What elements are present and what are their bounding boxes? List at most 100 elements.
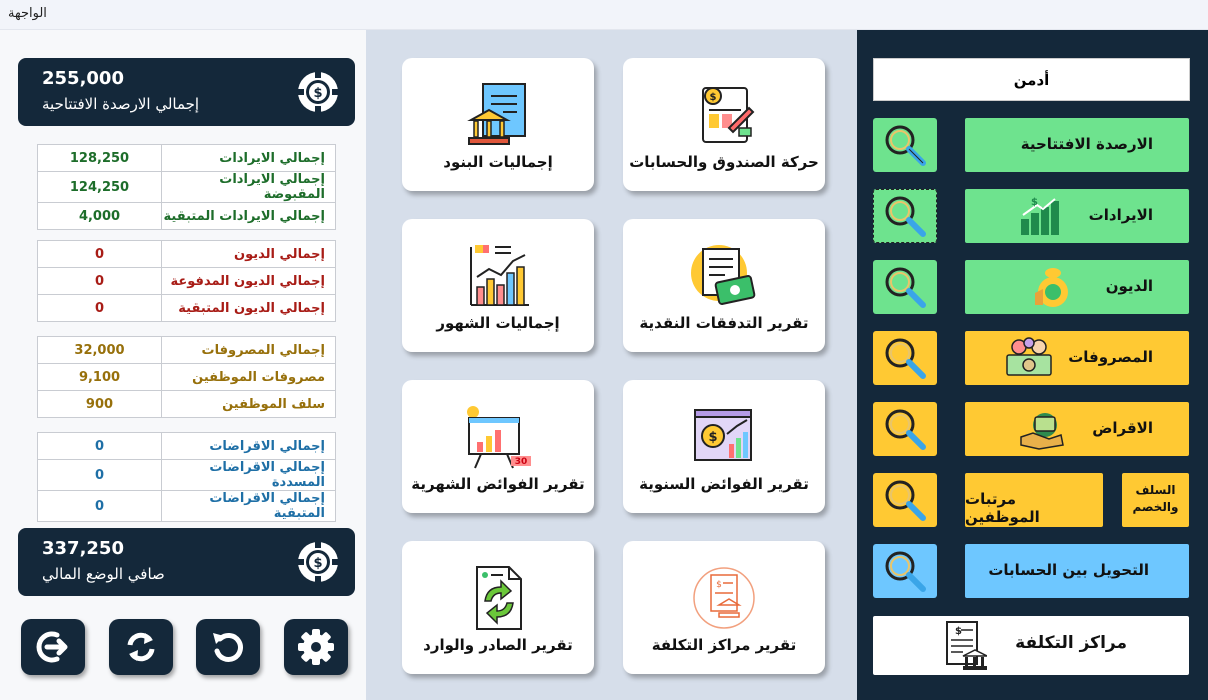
table-row: 0 إجمالي الديون المتبقية — [37, 294, 336, 322]
report-label: حركة الصندوق والحسابات — [629, 153, 819, 171]
coin-icon: $ — [298, 72, 338, 112]
monthly-totals-report-card[interactable]: إجماليات الشهور — [402, 219, 594, 352]
cell-value: 0 — [37, 459, 162, 491]
magnifier-icon — [885, 409, 926, 450]
search-debts-button[interactable] — [873, 260, 937, 314]
surplus-chart-icon: $ — [694, 409, 752, 461]
table-row: 32,000 إجمالي المصروفات — [37, 336, 336, 364]
svg-text:$: $ — [710, 92, 717, 103]
cost-center-invoice-icon: $ — [693, 567, 755, 629]
report-label: تقرير التدفقات النقدية — [639, 314, 809, 332]
title-bar: الواجهة — [0, 0, 1208, 30]
button-label: الارصدة الافتتاحية — [1020, 135, 1153, 153]
exit-button[interactable] — [21, 619, 85, 675]
annual-surplus-report-card[interactable]: $ تقرير الفوائض السنوية — [623, 380, 825, 513]
bar-chart-icon — [470, 245, 529, 306]
svg-text:$: $ — [313, 556, 322, 571]
monthly-surplus-report-card[interactable]: 30 تقرير الفوائض الشهرية — [402, 380, 594, 513]
svg-text:$: $ — [313, 86, 322, 101]
magnifier-icon — [885, 196, 926, 237]
button-label: المصروفات — [1068, 348, 1153, 366]
cell-label: إجمالي الديون المدفوعة — [161, 267, 336, 295]
search-opening-button[interactable] — [873, 118, 937, 172]
opening-balance-card: 255,000 إجمالي الارصدة الافتتاحية $ — [18, 58, 355, 126]
search-transfer-button[interactable] — [873, 544, 937, 598]
refresh-icon — [213, 633, 243, 662]
cost-centers-report-card[interactable]: $ تقرير مراكز التكلفة — [623, 541, 825, 674]
revenues-table: 128,250 إجمالي الايرادات 124,250 إجمالي ال… — [37, 144, 336, 230]
incoming-outgoing-report-card[interactable]: تقرير الصادر والوارد — [402, 541, 594, 674]
button-label: الايرادات — [1088, 206, 1153, 224]
cell-label: إجمالي الايرادات — [161, 144, 336, 172]
loans-button[interactable]: الاقراض — [965, 402, 1189, 456]
sync-icon — [127, 632, 155, 662]
button-label: التحويل بين الحسابات — [988, 561, 1149, 579]
cell-value: 0 — [37, 267, 162, 295]
search-revenues-button[interactable] — [873, 189, 937, 243]
revenues-button[interactable]: $ الايرادات — [965, 189, 1189, 243]
salaries-button[interactable]: مرتبات الموظفين — [965, 473, 1103, 527]
net-position-label: صافي الوضع المالي — [42, 565, 165, 583]
advances-deductions-button[interactable]: السلف والخصم — [1122, 473, 1189, 527]
opening-balances-button[interactable]: الارصدة الافتتاحية — [965, 118, 1189, 172]
cell-value: 900 — [37, 390, 162, 418]
expenses-table: 32,000 إجمالي المصروفات 9,100 مصروفات المو… — [37, 336, 336, 418]
coin-icon: $ — [298, 542, 338, 582]
cell-value: 0 — [37, 432, 162, 460]
cell-value: 9,100 — [37, 363, 162, 391]
refresh-button[interactable] — [196, 619, 260, 675]
report-label: تقرير الفوائض الشهرية — [411, 475, 585, 493]
opening-balance-label: إجمالي الارصدة الافتتاحية — [42, 95, 200, 113]
reports-panel: $ حركة الصندوق والحسابات إجماليات البنود… — [366, 30, 857, 700]
window-title: الواجهة — [8, 6, 47, 21]
cash-flow-icon — [691, 245, 756, 305]
opening-balance-value: 255,000 — [42, 68, 124, 89]
cell-label: مصروفات الموظفين — [161, 363, 336, 391]
cell-value: 0 — [37, 294, 162, 322]
exit-icon — [36, 631, 68, 663]
account-transfer-button[interactable]: التحويل بين الحسابات — [965, 544, 1189, 598]
cell-value: 0 — [37, 490, 162, 522]
button-label: الاقراض — [1092, 419, 1153, 437]
cell-value: 124,250 — [37, 171, 162, 203]
debts-button[interactable]: الديون — [965, 260, 1189, 314]
table-row: 128,250 إجمالي الايرادات — [37, 144, 336, 172]
table-row: 0 إجمالي الديون المدفوعة — [37, 267, 336, 295]
report-label: تقرير الفوائض السنوية — [639, 475, 809, 493]
button-label: مراكز التكلفة — [1015, 633, 1127, 653]
growth-chart-icon: $ — [1021, 197, 1059, 235]
cell-label: إجمالي الاقراضات المسددة — [161, 459, 336, 491]
report-label: إجماليات الشهور — [436, 314, 560, 332]
summary-panel: 255,000 إجمالي الارصدة الافتتاحية $ 128,… — [0, 30, 366, 700]
sync-button[interactable] — [109, 619, 173, 675]
cash-movement-report-card[interactable]: $ حركة الصندوق والحسابات — [623, 58, 825, 191]
search-loans-button[interactable] — [873, 402, 937, 456]
cell-label: إجمالي المصروفات — [161, 336, 336, 364]
button-label: مرتبات الموظفين — [965, 490, 1040, 526]
cash-ledger-icon: $ — [702, 87, 755, 143]
report-label: تقرير مراكز التكلفة — [651, 636, 797, 654]
magnifier-icon — [885, 480, 926, 521]
net-position-value: 337,250 — [42, 538, 124, 559]
cell-value: 32,000 — [37, 336, 162, 364]
magnifier-icon — [885, 267, 926, 308]
magnifier-icon — [885, 551, 926, 592]
net-position-card: 337,250 صافي الوضع المالي $ — [18, 528, 355, 596]
button-label: الديون — [1105, 277, 1153, 295]
items-totals-report-card[interactable]: إجماليات البنود — [402, 58, 594, 191]
svg-text:$: $ — [716, 580, 722, 590]
search-expenses-button[interactable] — [873, 331, 937, 385]
cash-flow-report-card[interactable]: تقرير التدفقات النقدية — [623, 219, 825, 352]
bank-document-icon — [467, 83, 526, 145]
cell-value: 4,000 — [37, 202, 162, 230]
settings-button[interactable] — [284, 619, 348, 675]
magnifier-icon — [885, 338, 926, 379]
svg-text:$: $ — [955, 626, 962, 637]
cost-centers-button[interactable]: $ مراكز التكلفة — [873, 616, 1189, 675]
table-row: 9,100 مصروفات الموظفين — [37, 363, 336, 391]
search-salaries-button[interactable] — [873, 473, 937, 527]
report-label: إجماليات البنود — [443, 153, 553, 171]
expenses-button[interactable]: المصروفات — [965, 331, 1189, 385]
table-row: 4,000 إجمالي الايرادات المتبقية — [37, 202, 336, 230]
cell-value: 0 — [37, 240, 162, 268]
